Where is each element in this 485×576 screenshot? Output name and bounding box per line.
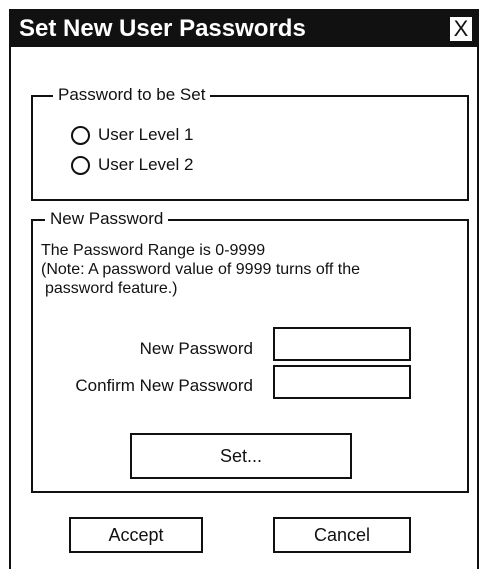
radio-user-level-1[interactable]: User Level 1 [71, 125, 193, 145]
password-to-be-set-group: Password to be Set User Level 1 User Lev… [31, 85, 469, 201]
radio-button-icon [71, 155, 90, 175]
new-password-input[interactable] [273, 327, 411, 361]
accept-button[interactable]: Accept [69, 517, 203, 553]
radio-user-level-2[interactable]: User Level 2 [71, 155, 193, 175]
radio-label: User Level 2 [98, 155, 194, 174]
password-note-line-1: (Note: A password value of 9999 turns of… [41, 261, 361, 278]
password-range-text: The Password Range is 0-9999 [41, 242, 266, 259]
cancel-button[interactable]: Cancel [273, 517, 411, 553]
new-password-label: New Password [139, 339, 253, 358]
password-group-legend: Password to be Set [53, 85, 211, 105]
radio-label: User Level 1 [98, 125, 194, 144]
confirm-password-input[interactable] [273, 365, 411, 399]
set-button[interactable]: Set... [130, 433, 352, 479]
new-password-group-legend: New Password [45, 209, 169, 229]
confirm-password-label: Confirm New Password [75, 376, 253, 395]
set-passwords-dialog: Set New User Passwords X Password to be … [9, 9, 479, 569]
radio-button-icon [71, 125, 90, 145]
password-note-line-2: password feature.) [45, 280, 178, 297]
new-password-group: New Password The Password Range is 0-999… [31, 209, 469, 493]
title-bar: Set New User Passwords X [11, 11, 477, 47]
dialog-title: Set New User Passwords [19, 15, 306, 42]
close-button[interactable]: X [449, 16, 473, 42]
